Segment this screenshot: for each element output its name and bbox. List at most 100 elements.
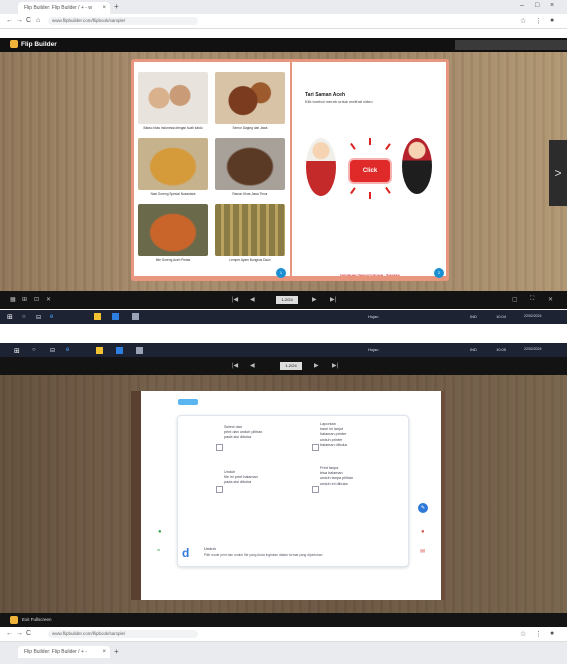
page-indicator[interactable]: 1-2/24: [276, 296, 298, 304]
browser-icon[interactable]: [136, 347, 143, 354]
character-illustration-left: [306, 138, 336, 196]
tab-title: Flip Builder: Flip Builder / + -: [24, 649, 87, 655]
back-icon[interactable]: ←: [6, 630, 13, 637]
logo-icon: [10, 40, 18, 49]
header-search-box[interactable]: [455, 40, 567, 50]
file-explorer-icon[interactable]: [96, 347, 103, 354]
clock[interactable]: 10:04: [496, 314, 506, 319]
app-icon[interactable]: [116, 347, 123, 354]
browser-icon[interactable]: [132, 313, 139, 320]
exit-fullscreen-label[interactable]: Exit Fullscreen: [22, 617, 52, 622]
grid-icon[interactable]: ⊞: [22, 296, 27, 303]
share-icon[interactable]: ✕: [46, 296, 51, 303]
url-field[interactable]: www.flipbuilder.com/flipbook/sample/: [48, 630, 198, 638]
option-checkbox[interactable]: [312, 444, 319, 451]
play-video-button[interactable]: Click: [350, 160, 390, 182]
os-taskbar: ⊞ ○ ⊟ e Hujan IND 10:05 22/02/2024: [0, 343, 567, 357]
browser-tab[interactable]: Flip Builder: Flip Builder / + - w ×: [18, 2, 110, 14]
browser-tab-bar: Flip Builder: Flip Builder / + - × +: [0, 642, 567, 664]
wave-icon[interactable]: ≈: [157, 548, 160, 554]
close-book-icon[interactable]: ✕: [548, 296, 553, 303]
date[interactable]: 22/02/2024: [524, 347, 542, 351]
task-view-icon[interactable]: ⊟: [36, 314, 41, 321]
star-icon[interactable]: ☆: [520, 17, 526, 25]
maximize-icon[interactable]: □: [535, 2, 539, 9]
option-checkbox[interactable]: [312, 486, 319, 493]
print-option-text: Laporkan kami ini lanjut halaman printer…: [320, 422, 347, 447]
page-number-badge: 1: [276, 268, 286, 278]
dialog-tab-indicator[interactable]: [178, 399, 198, 405]
url-field[interactable]: www.flipbuilder.com/flipbook/sample/: [48, 17, 198, 25]
print-option-text: Select dan print dan unduh pilihan pada …: [224, 425, 263, 440]
food-photo-mie-goreng: [138, 204, 208, 256]
first-page-icon[interactable]: |◀: [232, 296, 238, 303]
weather-text[interactable]: Hujan: [368, 314, 378, 319]
search-icon[interactable]: ○: [22, 314, 26, 320]
next-page-button[interactable]: >: [549, 140, 567, 206]
profile-icon[interactable]: ●: [550, 17, 554, 24]
language-indicator[interactable]: IND: [470, 347, 477, 352]
character-illustration-right: [402, 138, 432, 194]
date[interactable]: 22/02/2024: [524, 314, 542, 318]
screenshot-bottom: ⊞ ○ ⊟ e Hujan IND 10:05 22/02/2024 |◀ ◀ …: [0, 343, 567, 664]
app-icon[interactable]: [112, 313, 119, 320]
app-logo-text: Flip Builder: [21, 41, 57, 48]
burst-ray: [369, 138, 371, 145]
option-checkbox[interactable]: [216, 486, 223, 493]
food-photo-semur: [215, 72, 285, 124]
next-page-icon[interactable]: ▶: [312, 296, 317, 303]
next-page-icon[interactable]: ▶: [314, 362, 319, 369]
windows-start-icon[interactable]: ⊞: [14, 347, 20, 355]
browser-address-bar: ← → C ⌂ www.flipbuilder.com/flipbook/sam…: [0, 14, 567, 29]
page-indicator[interactable]: 1-2/24: [280, 362, 302, 370]
reload-icon[interactable]: C: [26, 17, 31, 24]
close-icon[interactable]: ×: [102, 2, 106, 14]
language-indicator[interactable]: IND: [470, 314, 477, 319]
page-footer: Kebudayaan Nasional Indonesia - Nusantar…: [340, 273, 400, 277]
thumbnails-icon[interactable]: ▦: [10, 296, 16, 303]
browser-address-bar: ← → C www.flipbuilder.com/flipbook/sampl…: [0, 627, 567, 642]
new-tab-button[interactable]: +: [114, 2, 119, 11]
edge-icon[interactable]: e: [66, 347, 69, 353]
menu-icon[interactable]: ⋮: [535, 630, 542, 638]
first-page-icon[interactable]: |◀: [232, 362, 238, 369]
weather-text[interactable]: Hujan: [368, 347, 378, 352]
record-icon[interactable]: ●: [421, 529, 425, 535]
task-view-icon[interactable]: ⊟: [50, 347, 55, 354]
browser-tab[interactable]: Flip Builder: Flip Builder / + - ×: [18, 646, 110, 658]
clock[interactable]: 10:05: [496, 347, 506, 352]
green-dot-icon[interactable]: ●: [158, 529, 162, 535]
file-explorer-icon[interactable]: [94, 313, 101, 320]
windows-start-icon[interactable]: ⊞: [7, 313, 13, 321]
mail-icon[interactable]: ✉: [420, 548, 425, 555]
close-window-icon[interactable]: ×: [550, 2, 554, 9]
last-page-icon[interactable]: ▶|: [330, 296, 336, 303]
new-tab-button[interactable]: +: [114, 647, 119, 656]
window-icon[interactable]: ▢: [512, 296, 518, 303]
close-icon[interactable]: ×: [102, 646, 106, 658]
app-logo-icon: [10, 616, 18, 624]
page-subheading: Klik tombol merah untuk melihat video: [305, 99, 373, 104]
minimize-icon[interactable]: –: [520, 2, 524, 9]
option-checkbox[interactable]: [216, 444, 223, 451]
prev-page-icon[interactable]: ◀: [250, 362, 255, 369]
star-icon[interactable]: ☆: [520, 630, 526, 638]
home-icon[interactable]: ⌂: [36, 17, 40, 24]
menu-icon[interactable]: ⋮: [535, 17, 542, 25]
edge-icon[interactable]: e: [50, 314, 53, 320]
search-icon[interactable]: ○: [32, 347, 36, 353]
photo-caption: Mie Goreng Aceh Pedas: [155, 258, 191, 262]
forward-icon[interactable]: →: [16, 17, 23, 24]
bookmark-icon[interactable]: ⊡: [34, 296, 39, 303]
photo-caption: Semur Daging dari Jawa: [232, 126, 268, 130]
edit-icon[interactable]: ✎: [418, 503, 428, 513]
last-page-icon[interactable]: ▶|: [332, 362, 338, 369]
prev-page-icon[interactable]: ◀: [250, 296, 255, 303]
page-heading: Tari Saman Aceh: [305, 92, 346, 98]
back-icon[interactable]: ←: [6, 17, 13, 24]
fullscreen-icon[interactable]: ⛶: [530, 296, 534, 303]
flipbook-toolbar: |◀ ◀ 1-2/24 ▶ ▶|: [0, 357, 567, 375]
reload-icon[interactable]: C: [26, 630, 31, 637]
profile-icon[interactable]: ●: [550, 630, 554, 637]
forward-icon[interactable]: →: [16, 630, 23, 637]
